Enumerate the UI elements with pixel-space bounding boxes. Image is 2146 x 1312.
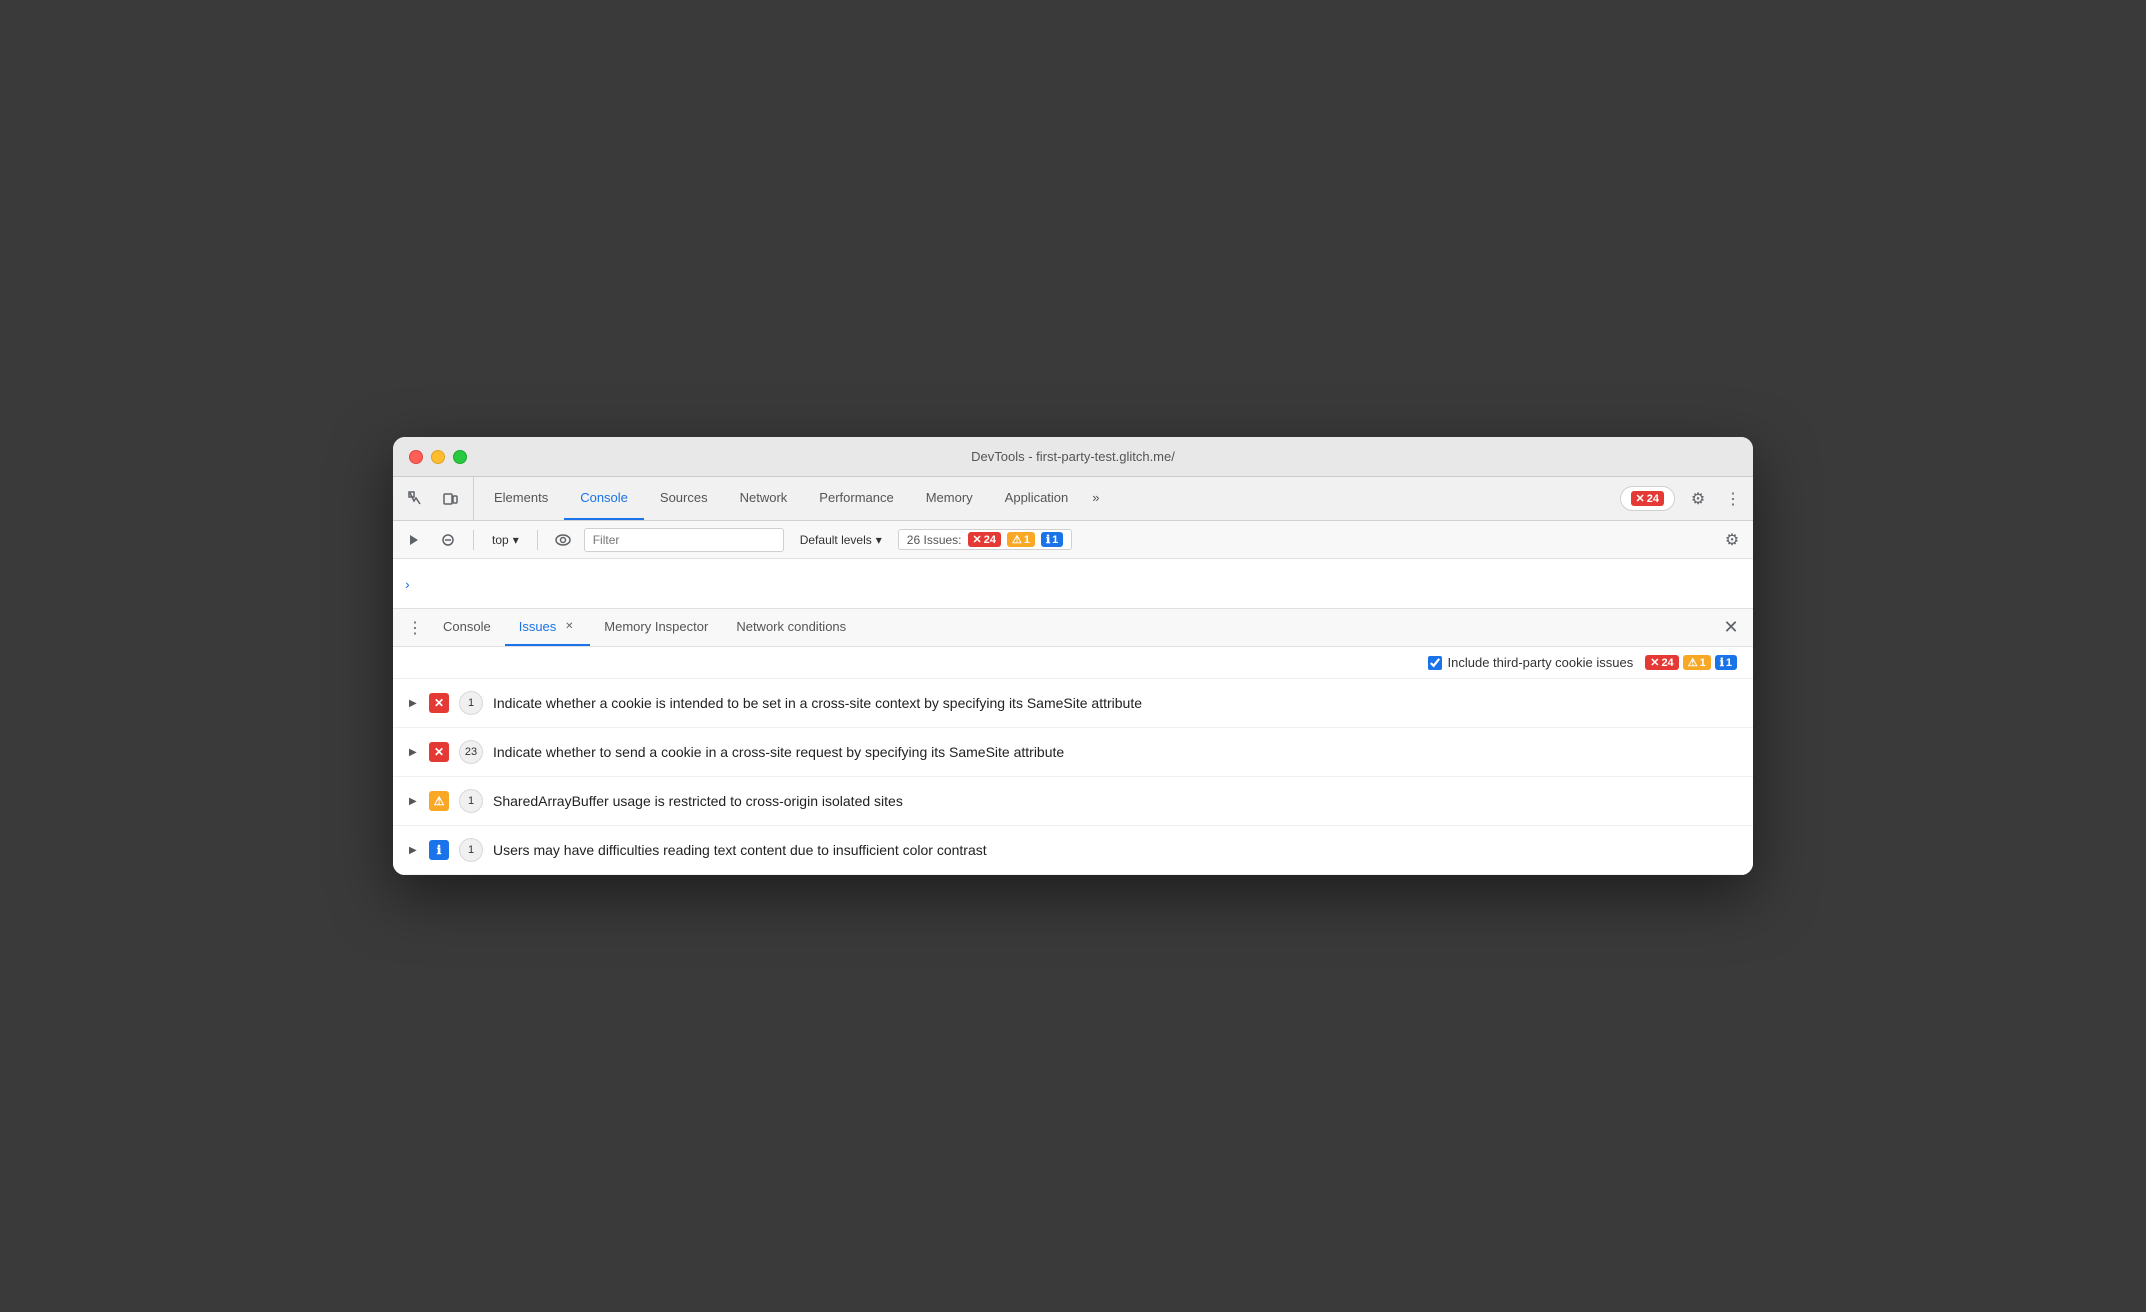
issue-text-0: Indicate whether a cookie is intended to…	[493, 695, 1737, 711]
issue-count-0: 1	[459, 691, 483, 715]
error-icon: ✕	[1636, 492, 1645, 505]
divider	[473, 530, 474, 550]
issues-top-bar: Include third-party cookie issues ✕ 24 ⚠…	[393, 647, 1753, 679]
issue-error-icon-1: ✕	[429, 742, 449, 762]
device-toolbar-button[interactable]	[435, 484, 465, 514]
console-output-area: ›	[393, 559, 1753, 609]
tab-memory-inspector[interactable]: Memory Inspector	[590, 609, 722, 646]
issue-text-2: SharedArrayBuffer usage is restricted to…	[493, 793, 1737, 809]
issues-summary-badges: ✕ 24 ⚠ 1 ℹ 1	[1645, 655, 1737, 670]
issues-yellow-badge: ⚠ 1	[1007, 532, 1035, 547]
expand-icon-2: ▶	[409, 796, 419, 807]
close-bottom-panel-button[interactable]: ✕	[1717, 609, 1745, 646]
error-icon-sm: ✕	[973, 533, 982, 546]
info-icon-badge: ℹ	[1720, 656, 1724, 669]
warning-icon-sm: ⚠	[1012, 533, 1022, 546]
more-panels-button[interactable]: ⋮	[401, 609, 429, 646]
console-prompt-chevron[interactable]: ›	[405, 576, 410, 592]
devtools-toolbar: Elements Console Sources Network Perform…	[393, 477, 1753, 521]
issues-red-badge: ✕ 24	[968, 532, 1001, 547]
issue-count-2: 1	[459, 789, 483, 813]
third-party-checkbox-label[interactable]: Include third-party cookie issues	[1428, 655, 1634, 670]
tab-performance[interactable]: Performance	[803, 477, 909, 520]
issue-text-1: Indicate whether to send a cookie in a c…	[493, 744, 1737, 760]
issues-count-button[interactable]: 26 Issues: ✕ 24 ⚠ 1 ℹ 1	[898, 529, 1072, 550]
issues-summary-blue: ℹ 1	[1715, 655, 1737, 670]
tab-network[interactable]: Network	[724, 477, 804, 520]
tab-console-bottom[interactable]: Console	[429, 609, 505, 646]
tab-elements[interactable]: Elements	[478, 477, 564, 520]
title-bar: DevTools - first-party-test.glitch.me/	[393, 437, 1753, 477]
bottom-panel: ⋮ Console Issues ✕ Memory Inspector Netw…	[393, 609, 1753, 875]
toolbar-right: ✕ 24 ⚙ ⋮	[1612, 477, 1745, 520]
issues-summary-red: ✕ 24	[1645, 655, 1678, 670]
issue-row-0[interactable]: ▶ ✕ 1 Indicate whether a cookie is inten…	[393, 679, 1753, 728]
error-icon-badge: ✕	[1650, 656, 1659, 669]
toolbar-red-badge: ✕ 24	[1631, 491, 1664, 506]
issues-blue-badge: ℹ 1	[1041, 532, 1063, 547]
clear-console-button[interactable]	[435, 527, 461, 553]
tab-console[interactable]: Console	[564, 477, 644, 520]
issue-error-icon-0: ✕	[429, 693, 449, 713]
expand-icon-3: ▶	[409, 845, 419, 856]
issue-row-3[interactable]: ▶ ℹ 1 Users may have difficulties readin…	[393, 826, 1753, 875]
window-title: DevTools - first-party-test.glitch.me/	[971, 449, 1175, 464]
more-tabs-icon: »	[1092, 490, 1099, 505]
levels-dropdown-icon: ▾	[876, 533, 882, 547]
run-script-button[interactable]	[401, 527, 427, 553]
filter-input[interactable]	[584, 528, 784, 552]
expand-icon-0: ▶	[409, 698, 419, 709]
nav-tabs: Elements Console Sources Network Perform…	[478, 477, 1612, 520]
info-icon-sm: ℹ	[1046, 533, 1050, 546]
issue-info-icon-3: ℹ	[429, 840, 449, 860]
console-toolbar: top ▾ Default levels ▾ 26 Issues: ✕ 24 ⚠…	[393, 521, 1753, 559]
devtools-window: DevTools - first-party-test.glitch.me/ E…	[393, 437, 1753, 875]
issues-tab-close[interactable]: ✕	[562, 620, 576, 634]
context-selector-button[interactable]: top ▾	[486, 531, 525, 549]
dropdown-arrow-icon: ▾	[513, 533, 519, 547]
settings-button[interactable]: ⚙	[1683, 484, 1713, 514]
issue-count-3: 1	[459, 838, 483, 862]
live-expressions-button[interactable]	[550, 527, 576, 553]
issue-count-1: 23	[459, 740, 483, 764]
issue-row-1[interactable]: ▶ ✕ 23 Indicate whether to send a cookie…	[393, 728, 1753, 777]
log-levels-button[interactable]: Default levels ▾	[792, 531, 890, 549]
console-settings-button[interactable]: ⚙	[1719, 527, 1745, 553]
tab-network-conditions[interactable]: Network conditions	[722, 609, 860, 646]
tab-application[interactable]: Application	[989, 477, 1085, 520]
issue-row-2[interactable]: ▶ ⚠ 1 SharedArrayBuffer usage is restric…	[393, 777, 1753, 826]
issues-badge-button[interactable]: ✕ 24	[1620, 486, 1675, 511]
maximize-button[interactable]	[453, 450, 467, 464]
bottom-tabs-bar: ⋮ Console Issues ✕ Memory Inspector Netw…	[393, 609, 1753, 647]
warning-icon-badge: ⚠	[1688, 656, 1698, 669]
tab-memory[interactable]: Memory	[910, 477, 989, 520]
expand-icon-1: ▶	[409, 747, 419, 758]
issues-panel: Include third-party cookie issues ✕ 24 ⚠…	[393, 647, 1753, 875]
more-options-button[interactable]: ⋮	[1721, 484, 1745, 514]
issue-text-3: Users may have difficulties reading text…	[493, 842, 1737, 858]
toolbar-icons	[401, 477, 474, 520]
tab-more[interactable]: »	[1084, 477, 1107, 520]
inspect-element-button[interactable]	[401, 484, 431, 514]
minimize-button[interactable]	[431, 450, 445, 464]
third-party-checkbox[interactable]	[1428, 656, 1442, 670]
tab-sources[interactable]: Sources	[644, 477, 724, 520]
divider2	[537, 530, 538, 550]
issue-warning-icon-2: ⚠	[429, 791, 449, 811]
tab-issues[interactable]: Issues ✕	[505, 609, 591, 646]
traffic-lights	[409, 450, 467, 464]
issues-summary-yellow: ⚠ 1	[1683, 655, 1711, 670]
close-button[interactable]	[409, 450, 423, 464]
